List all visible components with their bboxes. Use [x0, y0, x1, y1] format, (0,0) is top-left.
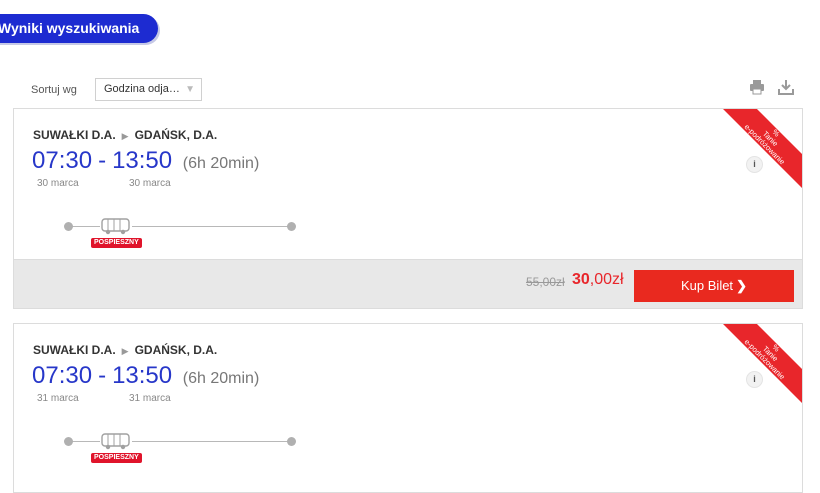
departure-date: 31 marca — [37, 393, 79, 404]
departure-time: 07:30 — [32, 362, 93, 389]
new-price-rest: ,00zł — [589, 271, 624, 288]
departure-date: 30 marca — [37, 178, 79, 189]
arrow-right-icon: ▶ — [121, 346, 129, 356]
arrival-date: 31 marca — [129, 393, 171, 404]
new-price-amount: 30 — [572, 271, 590, 288]
arrival-time: 13:50 — [112, 147, 173, 174]
download-icon[interactable] — [778, 79, 794, 95]
chevron-right-icon: ❯ — [736, 278, 747, 293]
sort-select[interactable]: Godzina odja… ▼ — [95, 78, 202, 101]
departure-time: 07:30 — [32, 147, 93, 174]
train-type-badge: POSPIESZNY — [91, 238, 142, 248]
arrow-right-icon: ▶ — [121, 131, 129, 141]
new-price: 30,00zł — [572, 271, 624, 289]
time-separator: - — [98, 362, 107, 389]
bus-icon — [100, 216, 132, 236]
arrival-date: 30 marca — [129, 178, 171, 189]
result-card: SUWAŁKI D.A. ▶ GDAŃSK, D.A. 07:30-13:50 (6… — [13, 323, 803, 493]
info-icon[interactable]: i — [746, 156, 763, 173]
origin-station: SUWAŁKI D.A. — [33, 343, 116, 357]
timeline-start-dot — [64, 437, 73, 446]
route: SUWAŁKI D.A. ▶ GDAŃSK, D.A. — [33, 128, 217, 142]
route: SUWAŁKI D.A. ▶ GDAŃSK, D.A. — [33, 343, 217, 357]
timeline-end-dot — [287, 222, 296, 231]
times: 07:30-13:50 (6h 20min) — [32, 362, 259, 390]
page-title: Wyniki wyszukiwania — [0, 14, 158, 43]
info-icon[interactable]: i — [746, 371, 763, 388]
promo-ribbon: % Tanie e-podróżowanie — [716, 109, 802, 193]
train-type-badge: POSPIESZNY — [91, 453, 142, 463]
buy-ticket-button[interactable]: Kup Bilet ❯ — [634, 270, 794, 302]
sort-selected-value: Godzina odja… — [104, 83, 180, 95]
destination-station: GDAŃSK, D.A. — [134, 343, 218, 357]
buy-ticket-label: Kup Bilet — [681, 278, 734, 293]
sort-label: Sortuj wg — [31, 84, 77, 96]
route-timeline — [64, 436, 296, 448]
times: 07:30-13:50 (6h 20min) — [32, 147, 259, 175]
time-separator: - — [98, 147, 107, 174]
destination-station: GDAŃSK, D.A. — [134, 128, 218, 142]
timeline-start-dot — [64, 222, 73, 231]
duration: (6h 20min) — [182, 370, 260, 387]
timeline-end-dot — [287, 437, 296, 446]
price-footer: 55,00zł 30,00zł Kup Bilet ❯ — [14, 259, 802, 308]
promo-ribbon: % Tanie e-podróżowanie — [716, 324, 802, 408]
origin-station: SUWAŁKI D.A. — [33, 128, 116, 142]
route-timeline — [64, 221, 296, 233]
bus-icon — [100, 431, 132, 451]
result-card: SUWAŁKI D.A. ▶ GDAŃSK, D.A. 07:30-13:50 (6… — [13, 108, 803, 309]
arrival-time: 13:50 — [112, 362, 173, 389]
old-price: 55,00zł — [526, 275, 565, 289]
print-icon[interactable] — [749, 79, 765, 95]
duration: (6h 20min) — [182, 155, 260, 172]
chevron-down-icon: ▼ — [185, 84, 195, 95]
